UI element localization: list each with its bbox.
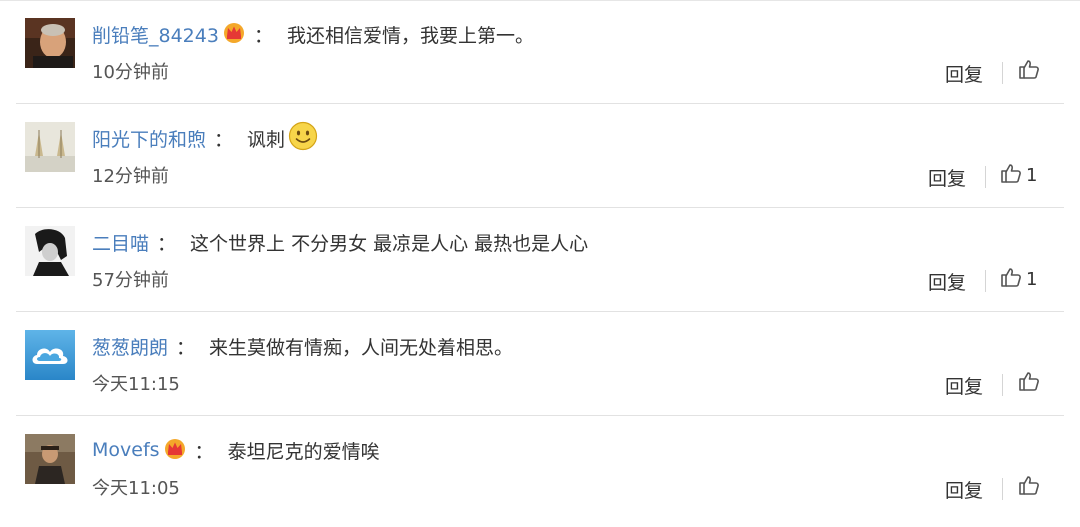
reply-button[interactable]: 回复 [945, 476, 983, 503]
comment-text: 泰坦尼克的爱情唉 [227, 440, 380, 463]
comment-item: 削铅笔_84243 ： 我还相信爱情，我要上第一。 10分钟前 回复 [0, 0, 1080, 104]
comment-text: 来生莫做有情痴，人间无处着相思。 [209, 336, 514, 359]
comment-item: 二目喵 ： 这个世界上 不分男女 最凉是人心 最热也是人心 57分钟前 回复 1 [0, 208, 1080, 312]
divider [1002, 62, 1003, 84]
timestamp: 57分钟前 [92, 270, 169, 291]
timestamp: 今天11:05 [92, 478, 180, 499]
reply-button[interactable]: 回复 [928, 268, 966, 295]
colon: ： [157, 232, 177, 255]
like-button[interactable]: 1 [1000, 266, 1037, 292]
timestamp: 12分钟前 [92, 166, 169, 187]
comment-item: 阳光下的和煦 ： 讽刺 12分钟前 回复 1 [0, 104, 1080, 208]
like-button[interactable] [1018, 474, 1044, 500]
crown-icon [163, 437, 187, 464]
comment-text: 这个世界上 不分男女 最凉是人心 最热也是人心 [190, 232, 589, 255]
divider [1002, 374, 1003, 396]
timestamp: 今天11:15 [92, 374, 180, 395]
comment-item: Movefs ： 泰坦尼克的爱情唉 今天11:05 回复 [0, 416, 1080, 520]
avatar[interactable] [25, 330, 75, 380]
comment-text: 讽刺 [247, 128, 286, 151]
like-button[interactable]: 1 [1000, 162, 1037, 188]
username-link[interactable]: 二目喵 [92, 229, 149, 256]
avatar[interactable] [25, 226, 75, 276]
colon: ： [176, 336, 196, 359]
like-count: 1 [1026, 268, 1038, 290]
reply-button[interactable]: 回复 [945, 372, 983, 399]
colon: ： [194, 440, 214, 463]
divider [985, 270, 986, 292]
username-link[interactable]: 削铅笔_84243 [92, 21, 219, 48]
thumbs-up-icon [1018, 474, 1040, 500]
thumbs-up-icon [1000, 266, 1022, 292]
comment-item: 葱葱朗朗 ： 来生莫做有情痴，人间无处着相思。 今天11:15 回复 [0, 312, 1080, 416]
reply-button[interactable]: 回复 [928, 164, 966, 191]
avatar[interactable] [25, 122, 75, 172]
crown-icon [222, 21, 246, 48]
reply-button[interactable]: 回复 [945, 60, 983, 87]
thumbs-up-icon [1018, 370, 1040, 396]
username-link[interactable]: 阳光下的和煦 [92, 125, 206, 152]
avatar[interactable] [25, 434, 75, 484]
like-button[interactable] [1018, 58, 1044, 84]
like-button[interactable] [1018, 370, 1044, 396]
avatar[interactable] [25, 18, 75, 68]
divider [985, 166, 986, 188]
thumbs-up-icon [1000, 162, 1022, 188]
divider [1002, 478, 1003, 500]
smiley-emoji-icon [288, 121, 318, 156]
colon: ： [253, 24, 273, 47]
comment-text: 我还相信爱情，我要上第一。 [286, 24, 534, 47]
colon: ： [214, 128, 234, 151]
timestamp: 10分钟前 [92, 62, 169, 83]
username-link[interactable]: Movefs [92, 439, 160, 461]
username-link[interactable]: 葱葱朗朗 [92, 333, 168, 360]
like-count: 1 [1026, 164, 1038, 186]
thumbs-up-icon [1018, 58, 1040, 84]
